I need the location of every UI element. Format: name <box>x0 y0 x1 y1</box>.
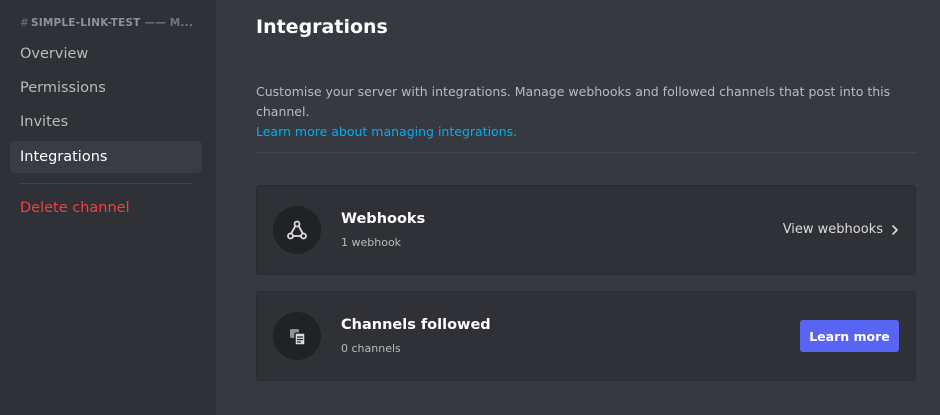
integrations-description: Customise your server with integrations.… <box>256 82 916 142</box>
webhooks-title: Webhooks <box>341 211 426 227</box>
description-text: Customise your server with integrations.… <box>256 84 891 119</box>
view-webhooks-label: View webhooks <box>782 222 883 237</box>
learn-more-button[interactable]: Learn more <box>800 320 899 352</box>
sidebar-item-permissions[interactable]: Permissions <box>10 72 202 104</box>
webhooks-card[interactable]: Webhooks 1 webhook View webhooks <box>256 185 916 275</box>
channel-settings-window: # SIMPLE-LINK-TEST —— M... Overview Perm… <box>0 0 940 415</box>
settings-sidebar: # SIMPLE-LINK-TEST —— M... Overview Perm… <box>0 0 216 415</box>
sidebar-channel-name: SIMPLE-LINK-TEST <box>31 17 141 29</box>
sidebar-item-invites[interactable]: Invites <box>10 106 202 138</box>
learn-more-integrations-link[interactable]: Learn more about managing integrations. <box>256 124 517 139</box>
sidebar-divider <box>20 183 192 184</box>
channels-followed-icon <box>273 312 321 360</box>
sidebar-channel-category: —— M... <box>144 17 194 29</box>
integrations-panel: Integrations Customise your server with … <box>216 0 940 415</box>
webhook-icon <box>273 206 321 254</box>
section-divider <box>256 152 916 153</box>
channels-followed-title: Channels followed <box>341 317 491 333</box>
page-title: Integrations <box>256 16 388 38</box>
delete-channel-button[interactable]: Delete channel <box>10 192 202 224</box>
webhooks-count: 1 webhook <box>341 236 402 249</box>
view-webhooks-button[interactable]: View webhooks <box>783 222 899 237</box>
hash-icon: # <box>20 17 29 29</box>
chevron-right-icon <box>892 224 898 235</box>
sidebar-item-integrations[interactable]: Integrations <box>10 141 202 173</box>
channels-followed-card: Channels followed 0 channels Learn more <box>256 291 916 381</box>
channels-followed-count: 0 channels <box>341 342 401 355</box>
sidebar-channel-header: # SIMPLE-LINK-TEST —— M... <box>20 15 205 31</box>
sidebar-item-overview[interactable]: Overview <box>10 38 202 70</box>
